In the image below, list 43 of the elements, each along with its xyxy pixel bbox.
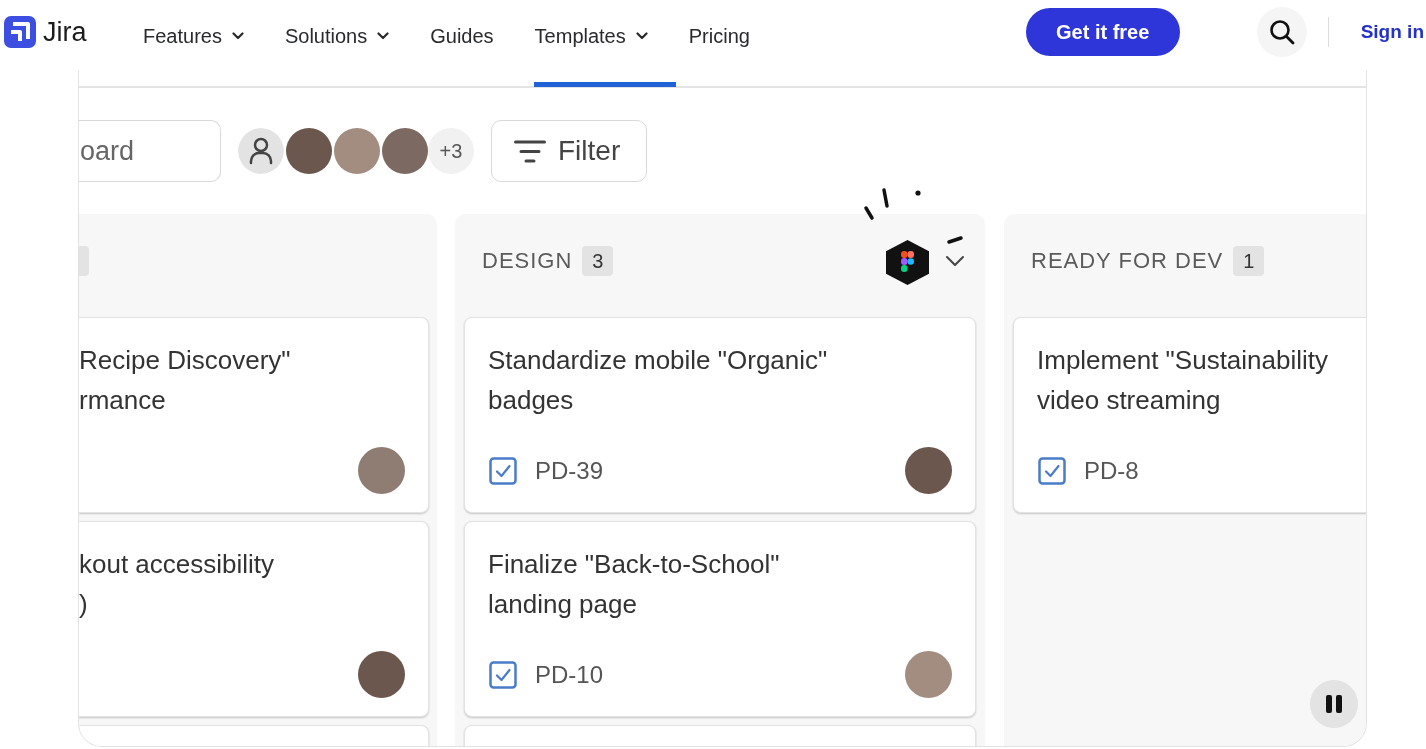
pause-icon [1326, 695, 1342, 713]
nav-link[interactable]: Guides [430, 24, 494, 48]
issue-card[interactable]: kout accessibility ) [79, 521, 429, 717]
issue-card[interactable]: Standardize mobile "Organic" badges PD-39 [464, 317, 976, 513]
search-icon [1268, 19, 1295, 45]
nav-link[interactable]: Solutions [284, 24, 390, 48]
avatar-placeholder[interactable] [286, 128, 332, 174]
card-title: Finalize "Back-to-School" landing page [488, 548, 781, 621]
avatar-placeholder[interactable] [382, 128, 428, 174]
count-badge: 3 [582, 246, 614, 276]
logo-icon[interactable] [4, 16, 36, 48]
column-title: DESIGN [482, 248, 573, 274]
filter-icon [514, 139, 546, 163]
card-title: Recipe Discovery" rmance [79, 344, 292, 417]
issue-card[interactable]: Recipe Discovery" rmance [79, 317, 429, 513]
nav-link[interactable]: Features [143, 24, 244, 48]
filter-button[interactable]: Filter [491, 120, 647, 182]
issue-key: PD-8 [1084, 456, 1139, 485]
avatar-placeholder[interactable] [334, 128, 380, 174]
count-badge: 1 [1233, 246, 1265, 276]
task-checkbox-icon [489, 456, 517, 485]
task-checkbox-icon [489, 660, 517, 689]
task-checkbox-icon [1038, 456, 1066, 485]
column-title: READY FOR DEV [1031, 248, 1224, 274]
hexagon-app-icon[interactable] [886, 240, 929, 285]
issue-card[interactable]: Finalize "Back-to-School" landing page PD-10 [464, 521, 976, 717]
issue-key: PD-10 [535, 660, 604, 689]
nav-link[interactable]: Pricing [688, 24, 750, 48]
card-title: kout accessibility ) [79, 548, 276, 621]
get-it-free-button[interactable]: Get it free [1025, 8, 1180, 56]
card-title: Standardize mobile "Organic" badges [488, 344, 829, 417]
sparkle-lines-icon [861, 186, 965, 246]
more-people-button[interactable]: +3 [428, 128, 474, 174]
card-title: Implement "Sustainability video streaming [1037, 344, 1330, 417]
nav-link[interactable]: Templates [534, 24, 648, 48]
search-button[interactable] [1256, 7, 1307, 57]
issue-key: PD-39 [535, 456, 604, 485]
logo-text[interactable]: Jira [43, 16, 87, 48]
issue-card[interactable]: Implement "Sustainability video streaming PD-8 [1013, 317, 1366, 513]
search-field[interactable]: oard [79, 120, 221, 182]
unassigned-person-icon[interactable] [238, 128, 284, 174]
chevron-down-icon[interactable] [945, 255, 965, 267]
sign-in-link[interactable]: Sign in [1360, 21, 1424, 43]
